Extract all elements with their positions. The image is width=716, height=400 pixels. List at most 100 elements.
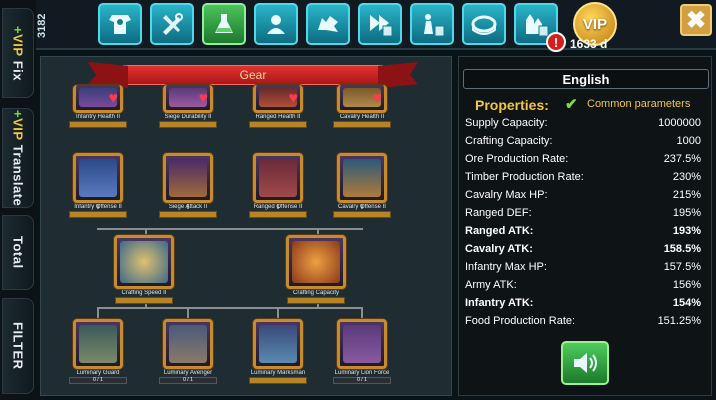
siege-attack-icon — [163, 153, 213, 203]
node-name: Siege Attack II — [168, 204, 208, 210]
luminary-guard-icon — [73, 319, 123, 369]
properties-panel: English Properties: ✔ Common parameters … — [458, 56, 712, 396]
castle-calc-icon — [526, 14, 549, 37]
node-name: Luminary Marksman — [250, 370, 306, 376]
node-progress: 0 / 1 — [69, 377, 127, 384]
node-progress — [249, 211, 307, 218]
node-cavalry-health[interactable]: ♥ Cavalry Health II — [329, 85, 395, 128]
node-progress — [287, 297, 345, 304]
siege-durability-icon: ♥ — [163, 85, 213, 113]
node-crafting-capacity[interactable]: Crafting Capacity — [283, 235, 349, 304]
connector — [277, 307, 279, 319]
property-row: Infantry Max HP: 157.5% — [465, 261, 701, 279]
property-value: 156% — [672, 279, 701, 291]
node-luminary-lion-force[interactable]: Luminary Lion Force 0 / 1 — [329, 319, 395, 384]
nav-tools-button[interactable] — [150, 3, 194, 45]
property-label: Cavalry ATK: — [465, 243, 533, 255]
node-luminary-marksman[interactable]: Luminary Marksman — [245, 319, 311, 384]
node-name: Crafting Speed II — [121, 290, 167, 296]
nav-warrior-button[interactable] — [410, 3, 454, 45]
tab-vip-translate-label: +VIP Translate — [11, 110, 26, 206]
plus-icon: + — [10, 25, 26, 34]
node-progress — [159, 121, 217, 128]
property-label: Timber Production Rate: — [465, 171, 584, 183]
property-value: 1000 — [676, 135, 701, 147]
crafting-capacity-icon — [286, 235, 346, 289]
node-ranged-health[interactable]: ♥ Ranged Health II — [245, 85, 311, 128]
nav-arena-button[interactable] — [462, 3, 506, 45]
connector — [97, 307, 99, 319]
node-name: Luminary Avenger — [163, 370, 213, 376]
checkbox-check-icon[interactable]: ✔ — [565, 95, 578, 113]
total-label: Total — [10, 236, 26, 269]
node-infantry-health[interactable]: ♥ Infantry Health II — [65, 85, 131, 128]
property-label: Infantry ATK: — [465, 297, 534, 309]
ranged-offense-icon — [253, 153, 303, 203]
property-label: Ranged ATK: — [465, 225, 534, 237]
infantry-health-icon: ♥ — [73, 85, 123, 113]
property-row: Supply Capacity: 1000000 — [465, 117, 701, 135]
property-value: 193% — [672, 225, 701, 237]
common-parameters-label[interactable]: Common parameters — [587, 98, 690, 110]
property-row: Ranged ATK: 193% — [465, 225, 701, 243]
node-luminary-guard[interactable]: Luminary Guard 0 / 1 — [65, 319, 131, 384]
properties-title: Properties: — [475, 97, 549, 113]
nav-profile-button[interactable] — [254, 3, 298, 45]
property-value: 154% — [672, 297, 701, 309]
node-progress — [69, 121, 127, 128]
tab-total[interactable]: Total — [2, 215, 34, 290]
alert-icon[interactable]: ! — [546, 32, 566, 52]
property-row: Cavalry ATK: 158.5% — [465, 243, 701, 261]
property-label: Army ATK: — [465, 279, 517, 291]
node-progress — [115, 297, 173, 304]
sound-button[interactable] — [561, 341, 609, 385]
node-name: Ranged Offense II — [253, 204, 303, 210]
tab-vip-translate[interactable]: +VIP Translate — [2, 108, 34, 208]
property-label: Infantry Max HP: — [465, 261, 547, 273]
node-name: Ranged Health II — [255, 114, 301, 120]
nav-research-button[interactable] — [202, 3, 246, 45]
node-ranged-offense[interactable]: Ranged Offense II — [245, 153, 311, 218]
node-siege-attack[interactable]: Siege Attack II — [155, 153, 221, 218]
vip-days-remaining: 1633 d — [570, 37, 608, 51]
language-selector[interactable]: English — [463, 69, 709, 89]
node-progress — [249, 121, 307, 128]
left-sidebar: +VIP Fix +VIP Translate Total FILTER — [0, 0, 36, 400]
nav-speedup-button[interactable] — [358, 3, 402, 45]
cavalry-health-icon: ♥ — [337, 85, 387, 113]
tab-vip-fix[interactable]: +VIP Fix — [2, 8, 34, 98]
gear-banner: Gear — [123, 65, 383, 85]
node-infantry-offense[interactable]: Infantry Offense II — [65, 153, 131, 218]
translate-label: Translate — [10, 144, 26, 207]
property-row: Army ATK: 156% — [465, 279, 701, 297]
gear-tree-panel: Gear ♥ Infantry Health II ♥ Siege Durabi… — [40, 56, 452, 396]
warrior-calc-icon — [424, 14, 445, 37]
close-button[interactable]: ✖ — [680, 4, 712, 36]
tab-filter[interactable]: FILTER — [2, 298, 34, 394]
cavalry-offense-icon — [337, 153, 387, 203]
connector — [97, 228, 363, 230]
node-name: Luminary Lion Force — [334, 370, 390, 376]
property-row: Crafting Capacity: 1000 — [465, 135, 701, 153]
node-cavalry-offense[interactable]: Cavalry Offense II — [329, 153, 395, 218]
node-name: Luminary Guard — [76, 370, 120, 376]
speaker-icon — [574, 353, 597, 373]
property-label: Cavalry Max HP: — [465, 189, 548, 201]
node-luminary-avenger[interactable]: Luminary Avenger 0 / 1 — [155, 319, 221, 384]
node-crafting-speed[interactable]: Crafting Speed II — [111, 235, 177, 304]
property-value: 237.5% — [663, 153, 701, 165]
nav-armor-button[interactable] — [98, 3, 142, 45]
property-label: Ore Production Rate: — [465, 153, 569, 165]
node-siege-durability[interactable]: ♥ Siege Durability II — [155, 85, 221, 128]
property-row: Food Production Rate: 151.25% — [465, 315, 701, 333]
property-label: Ranged DEF: — [465, 207, 532, 219]
plus-icon: + — [10, 109, 26, 118]
item-count: 3182 — [36, 13, 48, 39]
luminary-avenger-icon — [163, 319, 213, 369]
connector — [361, 307, 363, 319]
arena-icon — [471, 15, 497, 35]
property-value: 215% — [672, 189, 701, 201]
node-name: Cavalry Health II — [339, 114, 385, 120]
nav-beast-button[interactable] — [306, 3, 350, 45]
node-progress — [159, 211, 217, 218]
